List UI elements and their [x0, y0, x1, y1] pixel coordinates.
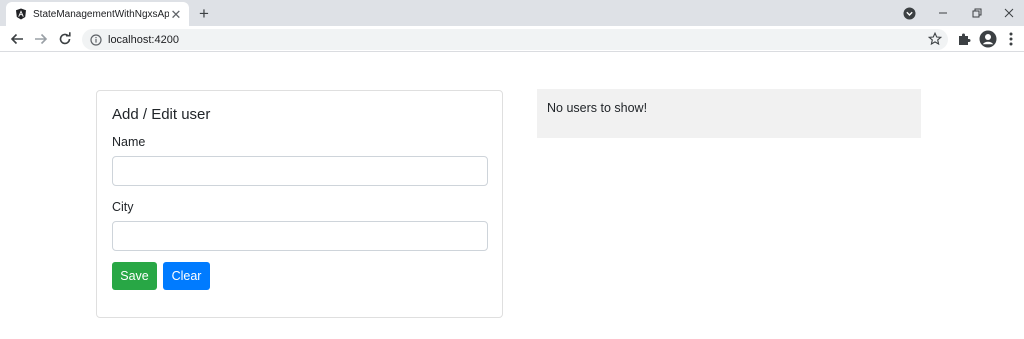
kebab-menu-icon[interactable]: [1004, 30, 1018, 48]
city-input[interactable]: [112, 221, 488, 251]
browser-tab[interactable]: StateManagementWithNgxsApp ✕: [6, 2, 189, 26]
reload-icon[interactable]: [56, 30, 74, 48]
browser-tab-strip: StateManagementWithNgxsApp ✕ +: [0, 0, 1024, 26]
profile-icon[interactable]: [979, 30, 997, 48]
url-text: localhost:4200: [108, 33, 179, 46]
form-title: Add / Edit user: [112, 106, 211, 123]
minimize-icon[interactable]: [930, 0, 956, 26]
browser-toolbar: localhost:4200: [0, 26, 1024, 52]
angular-icon: [15, 8, 27, 20]
name-label: Name: [112, 135, 146, 149]
info-icon[interactable]: [90, 33, 102, 46]
star-icon[interactable]: [926, 29, 944, 49]
new-tab-icon[interactable]: +: [195, 4, 213, 22]
city-label: City: [112, 200, 134, 214]
close-tab-icon[interactable]: ✕: [169, 7, 183, 21]
clear-button[interactable]: Clear: [163, 262, 210, 290]
back-arrow-icon[interactable]: [8, 30, 26, 48]
restore-icon[interactable]: [964, 0, 990, 26]
save-button[interactable]: Save: [112, 262, 157, 290]
address-bar[interactable]: localhost:4200: [82, 29, 948, 50]
forward-arrow-icon[interactable]: [32, 30, 50, 48]
puzzle-icon[interactable]: [955, 30, 973, 48]
tab-title: StateManagementWithNgxsApp: [33, 8, 169, 20]
tab-search-icon[interactable]: [899, 0, 919, 26]
users-list-panel: No users to show!: [537, 89, 921, 138]
user-form-card: Add / Edit user Name City Save Clear: [96, 90, 503, 318]
empty-users-message: No users to show!: [547, 101, 648, 115]
close-window-icon[interactable]: [996, 0, 1022, 26]
name-input[interactable]: [112, 156, 488, 186]
